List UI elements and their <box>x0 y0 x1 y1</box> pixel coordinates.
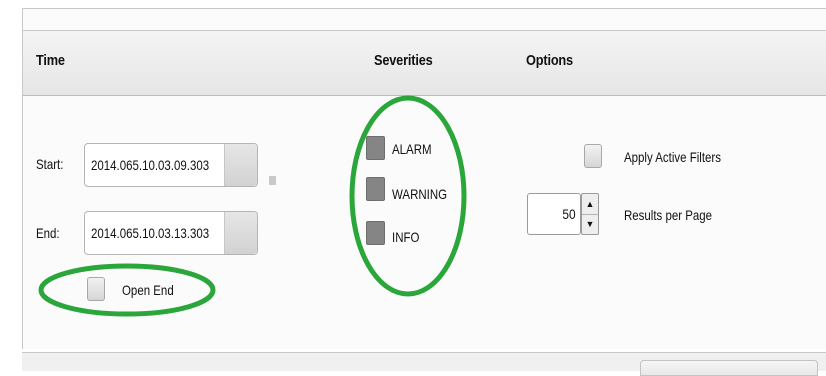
separator-mark <box>269 176 276 185</box>
severity-info-checkbox[interactable] <box>366 221 385 245</box>
end-label: End: <box>36 225 60 241</box>
time-header: Time <box>36 52 65 69</box>
open-end-label: Open End <box>122 282 174 298</box>
start-date-value: 2014.065.10.03.09.303 <box>91 157 210 173</box>
options-header: Options <box>526 52 573 69</box>
triangle-down-icon[interactable]: ▼ <box>582 214 598 234</box>
triangle-up-icon[interactable]: ▲ <box>582 194 598 215</box>
severity-warning-checkbox[interactable] <box>366 177 385 201</box>
start-label: Start: <box>36 156 64 172</box>
start-date-field[interactable]: 2014.065.10.03.09.303 <box>84 143 258 187</box>
end-date-picker-button[interactable] <box>224 212 257 254</box>
severity-info-label: INFO <box>392 229 420 245</box>
severity-alarm-label: ALARM <box>392 141 432 157</box>
results-per-page-value: 50 <box>562 206 576 222</box>
end-date-field[interactable]: 2014.065.10.03.13.303 <box>84 211 258 255</box>
results-per-page-label: Results per Page <box>624 207 713 223</box>
apply-filters-label: Apply Active Filters <box>624 149 721 165</box>
start-date-picker-button[interactable] <box>224 144 257 186</box>
open-end-checkbox[interactable] <box>87 277 105 301</box>
apply-filters-checkbox[interactable] <box>584 144 602 168</box>
results-spinner-buttons: ▲ ▼ <box>581 193 599 235</box>
severity-alarm-checkbox[interactable] <box>366 136 385 160</box>
severities-header: Severities <box>374 52 433 69</box>
results-per-page-input[interactable]: 50 <box>527 193 581 235</box>
bottom-button[interactable] <box>640 360 818 376</box>
end-date-value: 2014.065.10.03.13.303 <box>91 225 210 241</box>
severity-warning-label: WARNING <box>392 186 448 202</box>
